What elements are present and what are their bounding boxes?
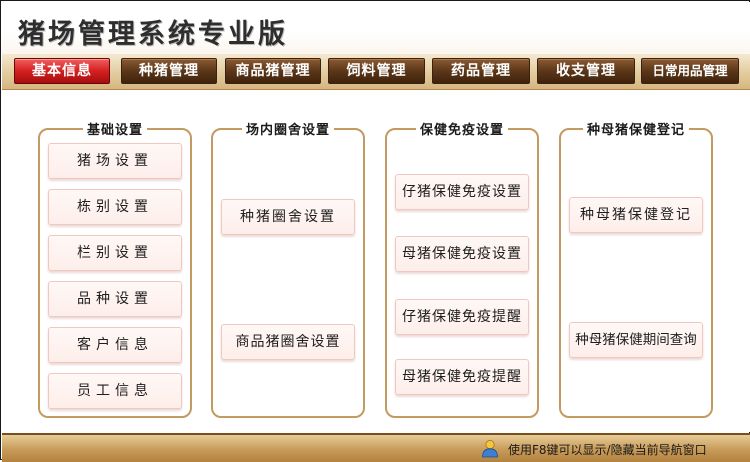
building-settings-button[interactable]: 栋别设置 <box>48 189 182 225</box>
content-area: 基础设置 猪场设置 栋别设置 栏别设置 品种设置 客户信息 员工信息 场内圈舍设… <box>2 90 750 432</box>
sow-health-registration-button[interactable]: 种母猪保健登记 <box>569 197 703 233</box>
tab-medicine[interactable]: 药品管理 <box>432 58 530 84</box>
panel-basic-settings: 基础设置 猪场设置 栋别设置 栏别设置 品种设置 客户信息 员工信息 <box>38 123 192 418</box>
employee-info-button[interactable]: 员工信息 <box>48 373 182 409</box>
panel-pen-settings: 场内圈舍设置 种猪圈舍设置 商品猪圈舍设置 <box>211 123 365 418</box>
status-hint-text: 使用F8键可以显示/隐藏当前导航窗口 <box>508 443 707 457</box>
app-title: 猪场管理系统专业版 <box>18 19 288 50</box>
main-window: 猪场管理系统专业版 基本信息 种猪管理 商品猪管理 饲料管理 药品管理 收支管理… <box>0 0 750 462</box>
tab-daily-supplies[interactable]: 日常用品管理 <box>641 58 739 84</box>
customer-info-button[interactable]: 客户信息 <box>48 327 182 363</box>
title-bar: 猪场管理系统专业版 <box>2 2 750 54</box>
breeding-pen-settings-button[interactable]: 种猪圈舍设置 <box>221 199 355 235</box>
piglet-immunization-reminder-button[interactable]: 仔猪保健免疫提醒 <box>395 299 529 335</box>
panel-title: 场内圈舍设置 <box>241 123 334 138</box>
navigation-bar: 基本信息 种猪管理 商品猪管理 饲料管理 药品管理 收支管理 日常用品管理 <box>2 54 750 90</box>
status-bar: 使用F8键可以显示/隐藏当前导航窗口 <box>2 433 750 462</box>
sow-health-period-query-button[interactable]: 种母猪保健期间查询 <box>569 322 703 358</box>
panel-title: 种母猪保健登记 <box>582 123 689 138</box>
breed-settings-button[interactable]: 品种设置 <box>48 281 182 317</box>
user-icon <box>482 439 498 458</box>
panel-immunization-settings: 保健免疫设置 仔猪保健免疫设置 母猪保健免疫设置 仔猪保健免疫提醒 母猪保健免疫… <box>385 123 539 418</box>
tab-feed[interactable]: 饲料管理 <box>328 58 425 84</box>
tab-breeding-pig[interactable]: 种猪管理 <box>121 58 217 84</box>
panel-title: 基础设置 <box>82 123 147 138</box>
market-pen-settings-button[interactable]: 商品猪圈舍设置 <box>221 324 355 360</box>
panel-title: 保健免疫设置 <box>415 123 508 138</box>
tab-finance[interactable]: 收支管理 <box>537 58 635 84</box>
sow-immunization-reminder-button[interactable]: 母猪保健免疫提醒 <box>395 359 529 395</box>
tab-market-pig[interactable]: 商品猪管理 <box>225 58 321 84</box>
farm-settings-button[interactable]: 猪场设置 <box>48 143 182 179</box>
pen-settings-button[interactable]: 栏别设置 <box>48 235 182 271</box>
sow-immunization-settings-button[interactable]: 母猪保健免疫设置 <box>395 236 529 272</box>
panel-sow-health-registration: 种母猪保健登记 种母猪保健登记 种母猪保健期间查询 <box>559 123 713 418</box>
piglet-immunization-settings-button[interactable]: 仔猪保健免疫设置 <box>395 174 529 210</box>
tab-basic-info[interactable]: 基本信息 <box>14 58 110 84</box>
